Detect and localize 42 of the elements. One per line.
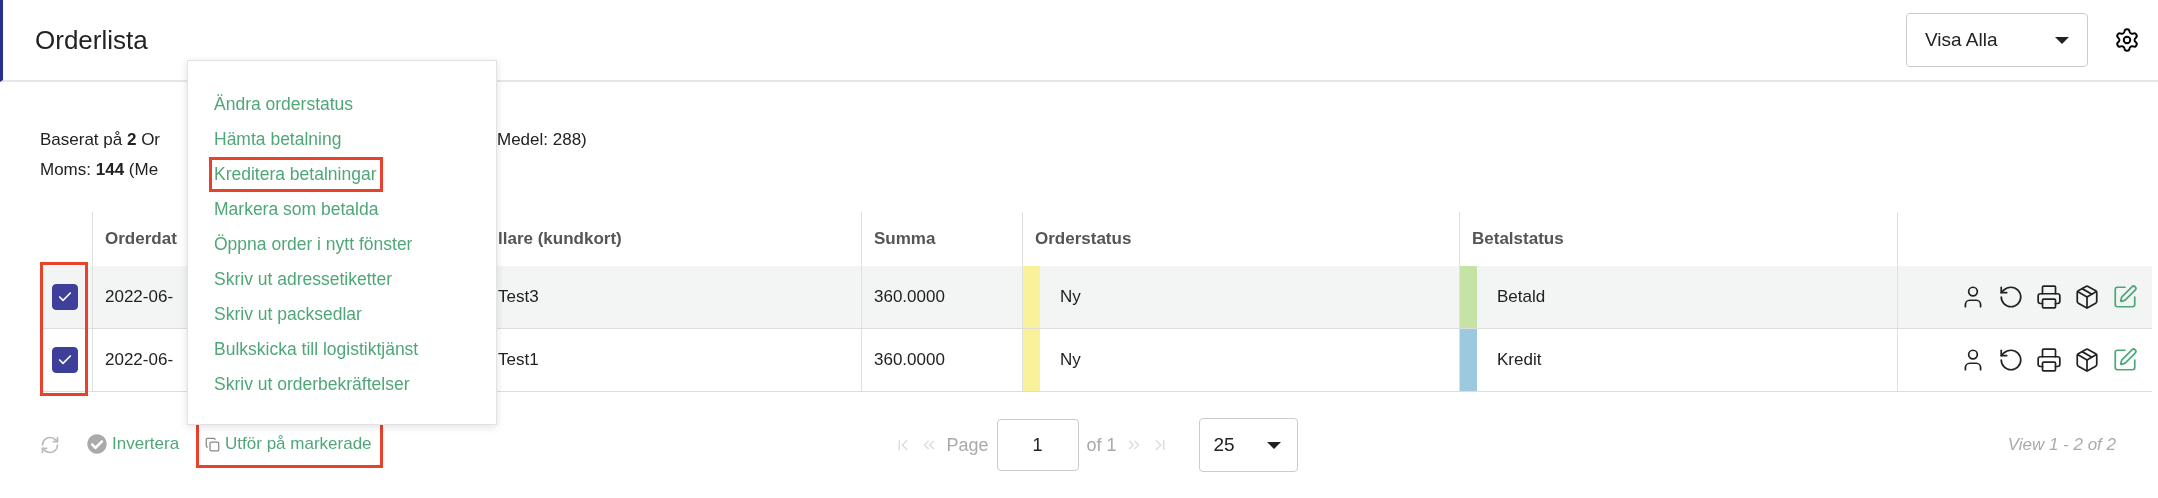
sum-cell: 360.0000 bbox=[874, 287, 945, 307]
box-icon[interactable] bbox=[2074, 347, 2100, 373]
menu-item[interactable]: Ändra orderstatus bbox=[209, 87, 361, 122]
edit-icon[interactable] bbox=[2112, 347, 2138, 373]
menu-item[interactable]: Bulkskicka till logistiktjänst bbox=[209, 332, 426, 367]
print-icon[interactable] bbox=[2036, 284, 2062, 310]
filter-select[interactable]: Visa Alla bbox=[1906, 13, 2088, 67]
customer-cell: Test3 bbox=[498, 287, 539, 307]
menu-item[interactable]: Öppna order i nytt fönster bbox=[209, 227, 420, 262]
order-status-cell: Ny bbox=[1060, 287, 1081, 307]
settings-icon[interactable] bbox=[2114, 27, 2140, 53]
menu-item[interactable]: Markera som betalda bbox=[209, 192, 386, 227]
payment-status-cell: Betald bbox=[1497, 287, 1546, 307]
page-title: Orderlista bbox=[35, 24, 149, 56]
sum-cell: 360.0000 bbox=[874, 350, 945, 370]
undo-icon[interactable] bbox=[1998, 284, 2024, 310]
row-checkbox[interactable] bbox=[52, 347, 78, 373]
menu-item[interactable]: Skriv ut packsedlar bbox=[209, 297, 369, 332]
payment-status-cell: Kredit bbox=[1497, 350, 1542, 370]
page-size-select[interactable]: 25 bbox=[1198, 418, 1298, 472]
row-checkbox[interactable] bbox=[52, 284, 78, 310]
print-icon[interactable] bbox=[2036, 347, 2062, 373]
menu-item[interactable]: Kreditera betalningar bbox=[209, 157, 384, 192]
date-cell: 2022-06- bbox=[105, 350, 174, 370]
caret-icon bbox=[1266, 441, 1281, 449]
undo-icon[interactable] bbox=[1998, 347, 2024, 373]
box-icon[interactable] bbox=[2074, 284, 2100, 310]
caret-icon bbox=[2055, 36, 2069, 44]
view-count: View 1 - 2 of 2 bbox=[2007, 435, 2116, 455]
customer-cell: Test1 bbox=[498, 350, 539, 370]
page-label: Page bbox=[946, 434, 989, 456]
windows-icon bbox=[205, 436, 221, 452]
summary-text: Baserat på 2 Or bbox=[40, 130, 161, 149]
summary-text: Moms: 144 (Me bbox=[40, 160, 159, 179]
menu-item[interactable]: Hämta betalning bbox=[209, 122, 349, 157]
invert-link[interactable]: Invertera bbox=[78, 422, 191, 468]
edit-icon[interactable] bbox=[2112, 284, 2138, 310]
date-cell: 2022-06- bbox=[105, 287, 174, 307]
page-count: of 1 bbox=[1086, 434, 1117, 456]
order-status-cell: Ny bbox=[1060, 350, 1081, 370]
page-input[interactable]: 1 bbox=[996, 419, 1079, 471]
summary-text: Medel: 288) bbox=[497, 129, 588, 151]
